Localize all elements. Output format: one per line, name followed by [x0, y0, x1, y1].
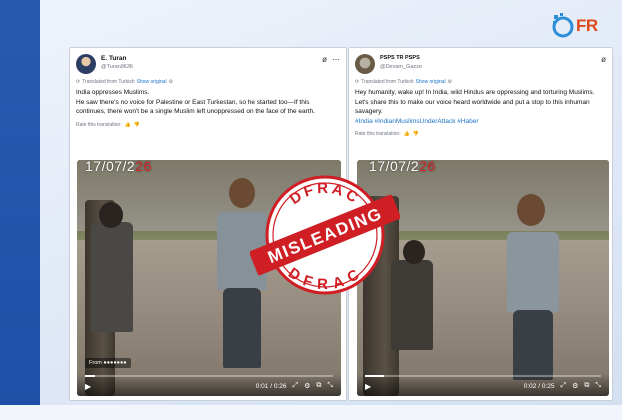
play-icon[interactable]: ▶: [365, 382, 371, 391]
translated-label: Translated from Turkish: [82, 79, 135, 85]
tweet-header: E. Turan @Turan9636 ø ⋯: [70, 48, 346, 74]
rate-label: Rate this translation:: [355, 131, 401, 137]
video-controls: ▶ 0:02 / 0:25 ⤢ ⚙ ⧉ ⤡: [357, 374, 609, 396]
thumbs-down-icon[interactable]: 👎: [134, 122, 140, 128]
date-stamp: 17/07/226: [85, 160, 152, 174]
user-handle[interactable]: @Devam_Gazze: [380, 64, 422, 70]
tweet-text-line1: India oppresses Muslims.: [76, 89, 150, 96]
thumbs-up-icon[interactable]: 👍: [125, 122, 131, 128]
rate-translation: Rate this translation: 👍 👎: [355, 131, 606, 137]
tweet-text: India oppresses Muslims. He saw there's …: [76, 88, 340, 117]
video-time: 0:02 / 0:25: [523, 382, 555, 390]
rate-translation: Rate this translation: 👍 👎: [76, 122, 340, 128]
bottom-strip: [0, 405, 622, 420]
logo-text: FR: [576, 16, 598, 35]
show-original-link[interactable]: Show original: [416, 79, 446, 85]
pip-icon[interactable]: ⧉: [584, 382, 589, 390]
play-icon[interactable]: ▶: [85, 382, 91, 391]
dfrac-logo: FR: [552, 6, 614, 46]
translate-icon: ⟳: [355, 79, 360, 85]
video-time: 0:01 / 0:26: [255, 382, 287, 390]
tweet-header: PSPS TR PSPS @Devam_Gazze ø: [349, 48, 612, 74]
progress-track[interactable]: [365, 375, 601, 377]
translated-label: Translated from Turkish: [361, 79, 414, 85]
grok-icon[interactable]: ø: [322, 55, 327, 64]
user-name[interactable]: PSPS TR PSPS: [380, 55, 420, 61]
video-controls: ▶ 0:01 / 0:26 ⤢ ⚙ ⧉ ⤡: [77, 374, 341, 396]
settings-icon[interactable]: ⚙: [572, 382, 578, 390]
mute-icon[interactable]: ⤢: [561, 382, 567, 390]
thumbs-down-icon[interactable]: 👎: [413, 131, 419, 137]
settings-icon[interactable]: ⚙: [304, 382, 310, 390]
progress-track[interactable]: [85, 375, 333, 377]
settings-icon[interactable]: ⚙: [169, 79, 173, 85]
grok-icon[interactable]: ø: [601, 55, 606, 64]
header-icons: ø: [601, 55, 606, 64]
translation-notice: ⟳ Translated from Turkish Show original …: [355, 79, 606, 85]
rate-label: Rate this translation:: [76, 121, 122, 128]
user-handle[interactable]: @Turan9636: [101, 64, 133, 70]
tweet-text-body: He saw there's no voice for Palestine or…: [76, 98, 315, 116]
settings-icon[interactable]: ⚙: [448, 79, 452, 85]
fullscreen-icon[interactable]: ⤡: [327, 382, 333, 390]
show-original-link[interactable]: Show original: [137, 79, 167, 85]
from-tag: From ●●●●●●●: [85, 358, 131, 368]
user-name[interactable]: E. Turan: [101, 55, 127, 62]
thumbs-up-icon[interactable]: 👍: [404, 131, 410, 137]
header-icons: ø ⋯: [322, 55, 340, 64]
progress-fill: [85, 375, 95, 377]
tweet-text: Hey humanity, wake up! In India, wild Hi…: [355, 89, 595, 115]
progress-fill: [365, 375, 384, 377]
avatar[interactable]: [355, 54, 375, 74]
translate-icon: ⟳: [76, 79, 81, 85]
more-options-icon[interactable]: ⋯: [332, 55, 340, 64]
mute-icon[interactable]: ⤢: [293, 382, 299, 390]
logo-mark-icon: [552, 13, 574, 38]
fullscreen-icon[interactable]: ⤡: [595, 382, 601, 390]
pip-icon[interactable]: ⧉: [316, 382, 321, 390]
translation-notice: ⟳ Translated from Turkish Show original …: [76, 79, 340, 85]
from-tag-dots: ●●●●●●●: [103, 360, 127, 366]
hashtags[interactable]: #India #IndianMuslimsUnderAttack #Haber: [355, 117, 606, 127]
avatar[interactable]: [76, 54, 96, 74]
misleading-seal: DFRAC DFRAC MISLEADING: [250, 175, 400, 295]
left-band: [0, 0, 40, 420]
